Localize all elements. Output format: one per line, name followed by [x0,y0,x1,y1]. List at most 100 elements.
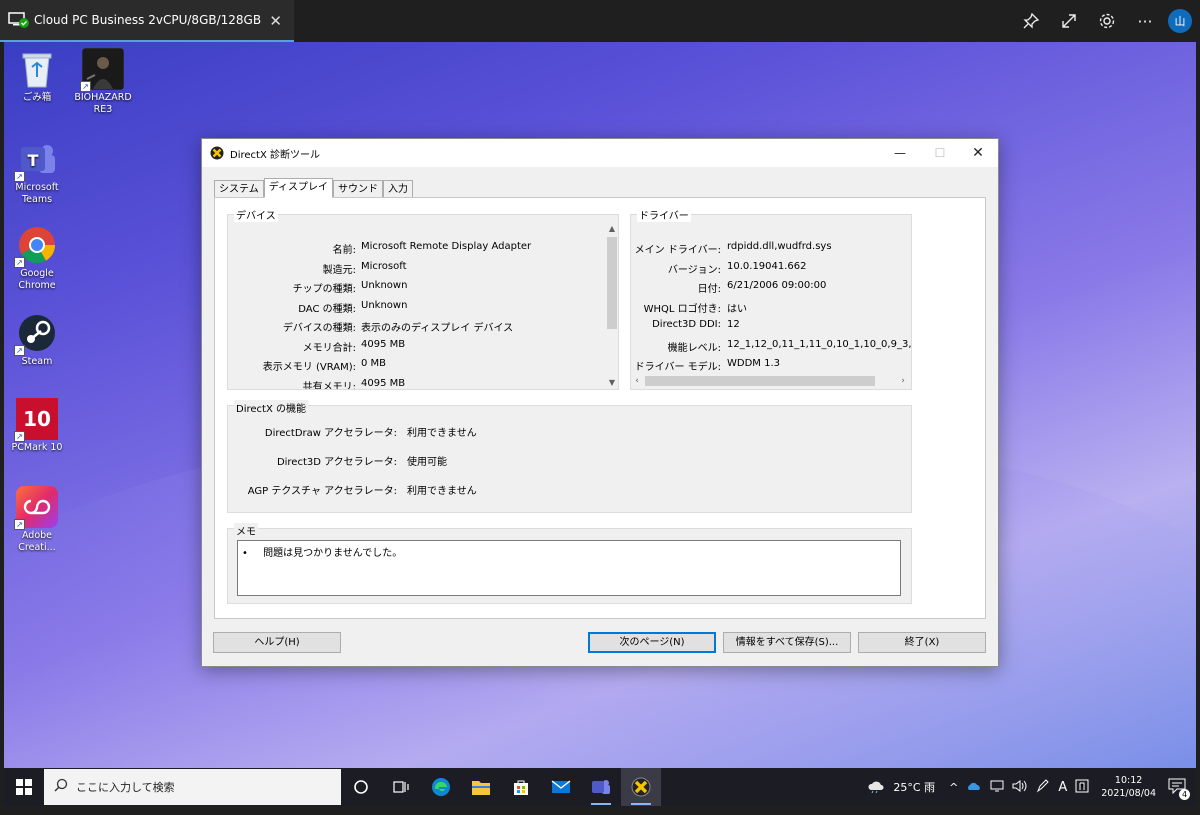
field-label: Direct3D アクセラレータ: [276,457,397,468]
shortcut-arrow-icon: ↗ [14,431,25,442]
scroll-left-icon[interactable]: ‹ [631,375,643,387]
expand-icon[interactable] [1050,0,1088,42]
field-value: rdpidd.dll,wudfrd.sys [727,241,832,252]
weather-text[interactable]: 25°C 雨 [893,779,935,795]
desktop-icon-label: ごみ箱 [22,92,52,103]
field-label: ドライバー モデル: [634,362,721,373]
tab-display[interactable]: ディスプレイ [263,178,334,198]
field-label: メモリ合計: [302,342,356,354]
scroll-right-icon[interactable]: › [897,375,909,387]
exit-button[interactable]: 終了(X) [858,632,986,653]
help-button[interactable]: ヘルプ(H) [213,632,341,653]
taskbar-search-box[interactable]: ここに入力して検索 [44,769,341,805]
field-label: DirectDraw アクセラレータ: [264,428,397,439]
taskbar: ここに入力して検索 25°C 雨 ^ A 10:12 2021/08/04 4 [4,768,1196,806]
remote-desktop-bar: Cloud PC Business 2vCPU/8GB/128GB ✕ ··· … [0,0,1200,42]
scroll-thumb[interactable] [607,237,617,329]
desktop-icon-steam[interactable]: ↗ Steam [4,312,72,368]
search-placeholder: ここに入力して検索 [76,781,175,794]
ime-mode-icon[interactable] [1075,779,1089,796]
pin-icon[interactable] [1012,0,1050,42]
scroll-down-icon[interactable]: ▼ [606,377,618,389]
volume-icon[interactable] [1012,779,1028,795]
tab-bar: システム ディスプレイ サウンド 入力 [214,178,414,198]
next-page-button[interactable]: 次のページ(N) [588,632,716,653]
remote-session-tab[interactable]: Cloud PC Business 2vCPU/8GB/128GB ✕ [0,0,294,42]
notifications-icon[interactable]: 4 [1168,778,1190,800]
scroll-up-icon[interactable]: ▲ [606,223,618,235]
field-label: チップの種類: [292,284,356,295]
memo-text: 問題は見つかりませんでした。 [263,548,403,559]
directx-taskbar-icon[interactable] [621,768,661,806]
desktop-icon-adobe-cc[interactable]: ↗ Adobe Creati... [4,486,72,554]
driver-group: ドライバー メイン ドライバー: rdpidd.dll,wudfrd.sys バージ… [630,207,912,390]
directx-icon [210,146,224,160]
clock-time: 10:12 [1114,775,1143,786]
device-scrollbar[interactable]: ▲ ▼ [606,223,618,389]
directx-diag-window: DirectX 診断ツール — ☐ ✕ システム ディスプレイ サウンド 入力 … [201,138,999,667]
onedrive-icon[interactable] [966,781,982,794]
tab-system[interactable]: システム [214,180,264,198]
network-icon[interactable] [990,780,1004,795]
desktop-icon-chrome[interactable]: ↗ Google Chrome [4,224,72,292]
clock-date: 2021/08/04 [1101,788,1156,799]
driver-hscrollbar[interactable]: ‹ › [631,375,911,387]
field-label: 製造元: [322,264,356,276]
field-label: AGP テクスチャ アクセラレータ: [247,486,397,497]
bullet-icon: • [242,548,248,559]
window-title: DirectX 診断ツール [230,149,320,161]
windows-start-icon[interactable] [4,768,44,806]
field-value: 12 [727,319,740,330]
minimize-button[interactable]: — [880,139,920,167]
desktop-icon-teams[interactable]: T ↗ Microsoft Teams [4,138,72,206]
maximize-button[interactable]: ☐ [920,139,960,167]
desktop-icon-pcmark[interactable]: 10 ↗ PCMark 10 [4,398,72,454]
desktop-icon-recycle-bin[interactable]: ごみ箱 [4,48,72,104]
close-button[interactable]: ✕ [958,139,998,167]
session-title: Cloud PC Business 2vCPU/8GB/128GB [34,13,262,27]
more-icon[interactable]: ··· [1126,0,1164,42]
clock[interactable]: 10:12 2021/08/04 [1101,774,1156,800]
tab-input[interactable]: 入力 [383,180,414,198]
desktop-icon-label: Steam [21,356,53,367]
store-icon[interactable] [501,768,541,806]
gear-icon[interactable] [1088,0,1126,42]
teams-taskbar-icon[interactable] [581,768,621,806]
field-value: 表示のみのディスプレイ デバイス [361,323,514,334]
bottom-frame [0,806,1200,815]
field-value: 12_1,12_0,11_1,11_0,10_1,10_0,9_3,9_2,9_… [727,338,911,350]
file-explorer-icon[interactable] [461,768,501,806]
memo-textbox[interactable]: • 問題は見つかりませんでした。 [237,540,901,596]
field-label: DAC の種類: [298,303,356,315]
device-group: デバイス 名前: Microsoft Remote Display Adapter… [227,207,619,390]
close-session-icon[interactable]: ✕ [269,12,282,30]
shortcut-arrow-icon: ↗ [14,257,25,268]
field-value: Microsoft [361,260,407,272]
field-value: 6/21/2006 09:00:00 [727,280,827,291]
cloud-pc-icon [8,11,30,29]
shortcut-arrow-icon: ↗ [14,171,25,182]
ime-indicator[interactable]: A [1058,780,1067,795]
memo-group: メモ • 問題は見つかりませんでした。 [227,523,912,604]
chevron-up-icon[interactable]: ^ [949,781,958,794]
field-label: バージョン: [667,264,721,276]
save-all-info-button[interactable]: 情報をすべて保存(S)... [723,632,851,653]
adobe-cc-icon: ↗ [14,486,58,530]
hscroll-thumb[interactable] [645,376,875,386]
cortana-icon[interactable] [341,768,381,806]
search-icon [54,778,68,796]
field-value: WDDM 1.3 [727,358,780,369]
field-value: Unknown [361,280,408,291]
field-value: Unknown [361,299,408,311]
weather-cloud-icon[interactable] [867,779,885,796]
field-label: 名前: [332,245,356,256]
window-titlebar[interactable]: DirectX 診断ツール — ☐ ✕ [202,139,998,167]
task-view-icon[interactable] [381,768,421,806]
mail-icon[interactable] [541,768,581,806]
pen-icon[interactable] [1036,778,1050,796]
notification-count: 4 [1179,788,1190,800]
edge-icon[interactable] [421,768,461,806]
user-avatar[interactable]: 山 [1168,9,1192,33]
tab-sound[interactable]: サウンド [333,180,384,198]
desktop-icon-biohazard[interactable]: ↗ BIOHAZARD RE3 [68,48,138,116]
